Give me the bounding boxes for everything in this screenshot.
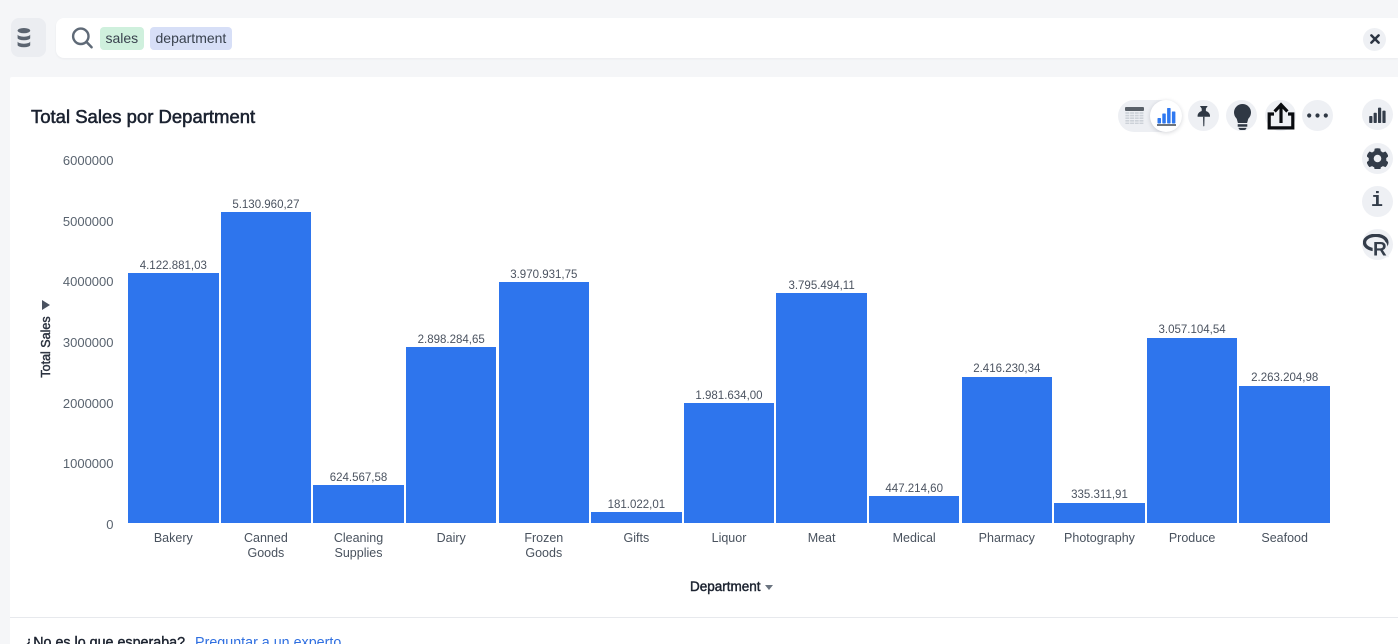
svg-text:R: R	[1373, 239, 1387, 258]
